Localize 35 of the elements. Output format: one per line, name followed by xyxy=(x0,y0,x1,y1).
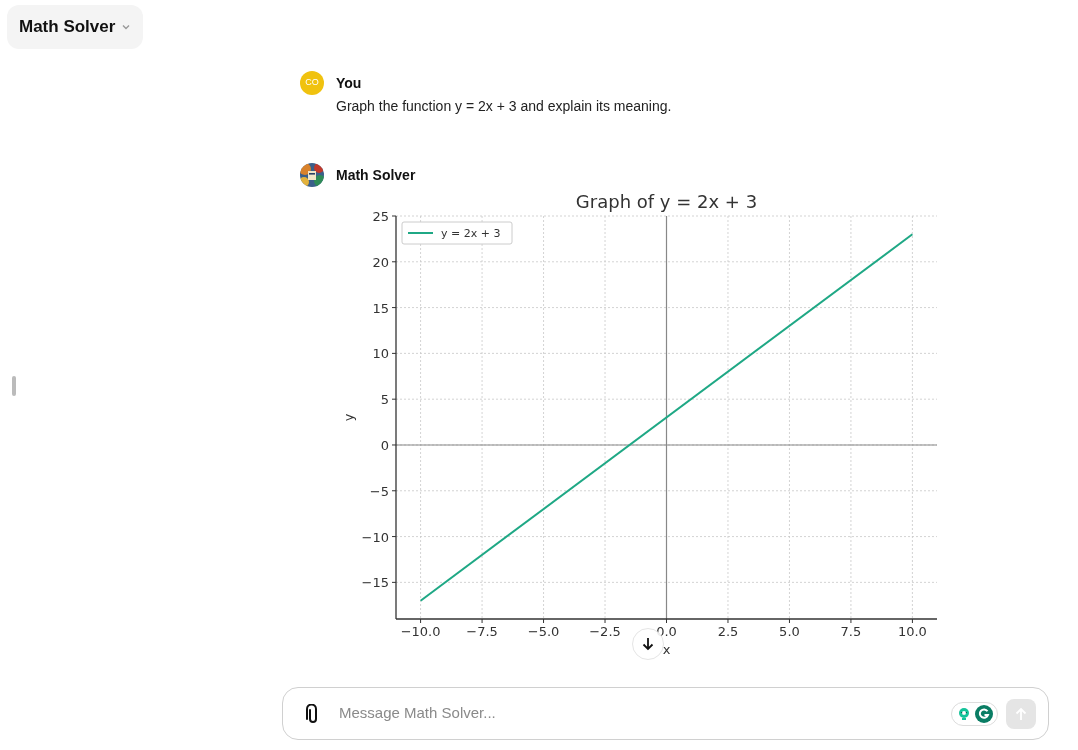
tick-label: −2.5 xyxy=(589,624,621,639)
chevron-down-icon xyxy=(121,22,132,32)
message-text: Graph the function y = 2x + 3 and explain its meaning. xyxy=(336,97,672,116)
tick-label: 0.0 xyxy=(656,624,677,639)
chart-title: Graph of y = 2x + 3 xyxy=(575,191,758,212)
axis-label: x xyxy=(662,642,671,657)
tick-label: 25 xyxy=(372,209,389,224)
arrow-up-icon xyxy=(1014,706,1028,721)
message-field[interactable]: Message Math Solver... xyxy=(339,702,951,725)
axis-label: y xyxy=(341,413,356,422)
legend-label: y = 2x + 3 xyxy=(441,227,501,240)
tick-label: 20 xyxy=(372,254,389,270)
tick-label: 5.0 xyxy=(779,624,800,639)
tick-label: −10.0 xyxy=(400,624,441,639)
model-menu-button[interactable]: Math Solver xyxy=(7,5,144,49)
tick-label: 10.0 xyxy=(897,624,927,639)
tick-label: 7.5 xyxy=(840,624,862,639)
tick-label: 5 xyxy=(380,392,389,408)
author-name: Math Solver xyxy=(336,166,417,185)
arrow-down-icon xyxy=(641,637,655,651)
message-input[interactable]: Message Math Solver... xyxy=(282,687,1049,740)
tick-label: −5 xyxy=(369,483,389,499)
tick-label: 2.5 xyxy=(717,624,739,639)
tick-label: −15 xyxy=(361,575,389,591)
lightbulb-icon xyxy=(956,705,972,722)
tick-label: 10 xyxy=(372,346,389,362)
sidebar-handle[interactable] xyxy=(12,376,16,396)
user-avatar: CO xyxy=(300,71,324,95)
author-name: You xyxy=(336,74,363,93)
grammarly-icon xyxy=(975,704,993,723)
tick-label: −7.5 xyxy=(466,624,498,639)
tick-label: 15 xyxy=(372,300,389,316)
tick-label: −5.0 xyxy=(527,624,560,639)
tick-label: 0 xyxy=(380,438,389,453)
tick-label: −10 xyxy=(361,529,389,545)
